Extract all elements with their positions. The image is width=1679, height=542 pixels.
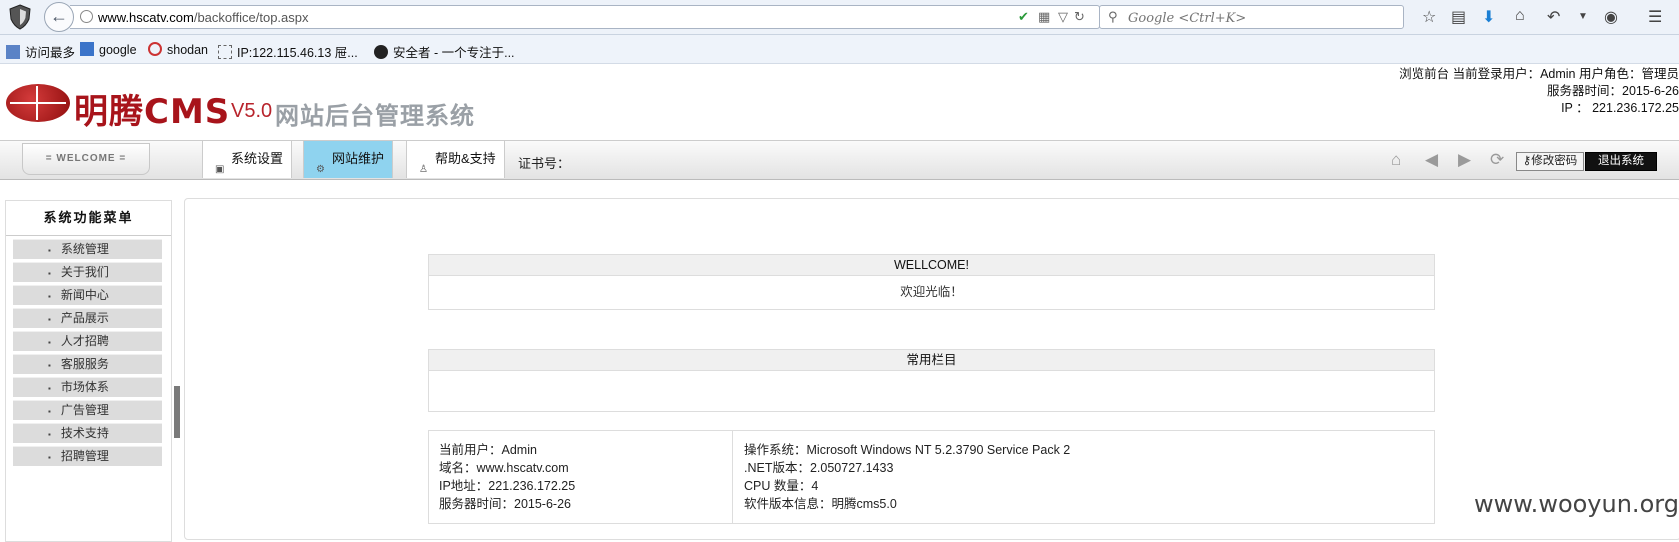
menu-icon[interactable]: ☰ (1648, 7, 1662, 27)
sidebar-item-ad-management[interactable]: 广告管理 (13, 400, 162, 420)
system-info-column: 操作系统：Microsoft Windows NT 5.2.3790 Servi… (734, 431, 1070, 513)
sidebar-item-products[interactable]: 产品展示 (13, 308, 162, 328)
operating-system: 操作系统：Microsoft Windows NT 5.2.3790 Servi… (744, 443, 1071, 457)
function-menu-sidebar: 系统功能菜单 系统管理 关于我们 新闻中心 产品展示 人才招聘 客服服务 市场体… (5, 200, 172, 542)
sidebar-item-system-management[interactable]: 系统管理 (13, 239, 162, 259)
globe-icon (80, 10, 93, 23)
sidebar-item-tech-support[interactable]: 技术支持 (13, 423, 162, 443)
browser-toolbar: www.hscatv.com/backoffice/top.aspx ✔ ▦ ▽… (0, 0, 1679, 35)
search-input[interactable] (1126, 8, 1400, 28)
system-info-table: 当前用户：Admin 域名：www.hscatv.com IP地址：221.23… (428, 430, 1435, 524)
gear-icon: ⚙ (316, 164, 325, 175)
brand-subtitle: 网站后台管理系统 (275, 103, 475, 130)
back-arrow-icon[interactable]: ◀ (1425, 150, 1438, 170)
current-user: 当前用户：Admin (439, 443, 537, 457)
sidebar-item-about-us[interactable]: 关于我们 (13, 262, 162, 282)
welcome-panel: WELLCOME! 欢迎光临！ (428, 254, 1435, 310)
download-icon[interactable]: ⬇ (1482, 7, 1495, 27)
bookmark-shodan[interactable]: shodan (148, 42, 208, 57)
logout-button[interactable]: 退出系统 (1585, 152, 1657, 171)
tab-site-maintenance[interactable]: ⚙ 网站维护 (303, 141, 394, 178)
brand-version: V5.0 (231, 100, 273, 122)
sidebar-item-recruitment[interactable]: 人才招聘 (13, 331, 162, 351)
software-version: 软件版本信息：明腾cms5.0 (744, 497, 897, 511)
reading-list-icon[interactable]: ▤ (1451, 7, 1466, 27)
login-user-line[interactable]: 浏览前台 当前登录用户：Admin 用户角色：管理员 (1399, 66, 1679, 83)
sidebar-item-news-center[interactable]: 新闻中心 (13, 285, 162, 305)
google-icon (80, 42, 94, 56)
tab-help-support[interactable]: ♙ 帮助&支持 (406, 141, 505, 178)
bookmarks-bar: 访问最多 google shodan IP:122.115.46.13 屉...… (0, 35, 1679, 64)
server-ip: IP ： 221.236.172.25 (1561, 101, 1679, 115)
search-box[interactable]: ⚲ (1099, 5, 1404, 29)
monitor-icon: ▣ (215, 164, 225, 175)
cert-number-label: 证书号： (518, 156, 571, 171)
home-icon[interactable]: ⌂ (1515, 7, 1525, 25)
welcome-panel-body: 欢迎光临！ (900, 285, 963, 299)
undo-icon[interactable]: ↶ (1547, 7, 1560, 27)
dotnet-version: .NET版本：2.050727.1433 (744, 461, 894, 475)
url-text[interactable]: www.hscatv.com/backoffice/top.aspx (98, 10, 309, 25)
sidebar-title: 系统功能菜单 (6, 201, 171, 236)
brand-name: 明腾CMS (74, 92, 231, 132)
home-icon[interactable]: ⌂ (1391, 150, 1401, 170)
page-icon (218, 45, 232, 59)
main-content: WELLCOME! 欢迎光临！ 常用栏目 当前用户：Admin 域名：www.h… (184, 198, 1679, 540)
shield-icon[interactable] (8, 4, 32, 30)
sidebar-splitter[interactable] (174, 386, 180, 438)
folder-icon (6, 45, 20, 59)
login-info: 浏览前台 当前登录用户：Admin 用户角色：管理员 服务器时间：2015-6-… (1399, 66, 1679, 117)
back-button[interactable]: ← (44, 2, 74, 32)
bookmark-google[interactable]: google (80, 42, 137, 57)
common-columns-panel: 常用栏目 (428, 349, 1435, 412)
logo-globe-icon (6, 84, 70, 122)
qr-code-icon[interactable]: ▦ (1038, 9, 1050, 25)
key-icon: ⚷ (1522, 155, 1532, 167)
welcome-panel-title: WELLCOME! (429, 255, 1434, 276)
cpu-count: CPU 数量：4 (744, 479, 819, 493)
change-password-button[interactable]: ⚷修改密码 (1516, 152, 1584, 171)
cms-menubar: = WELCOME = ▣ 系统设置 ⚙ 网站维护 ♙ 帮助&支持 证书号： ⌂ ◀ … (0, 140, 1679, 180)
chevron-down-icon[interactable]: ▼ (1578, 11, 1588, 22)
chat-icon[interactable]: ◉ (1604, 7, 1618, 27)
welcome-badge: = WELCOME = (22, 143, 150, 175)
cms-header: 明腾CMS V5.0 网站后台管理系统 浏览前台 当前登录用户：Admin 用户… (0, 64, 1679, 140)
sidebar-item-hiring-management[interactable]: 招聘管理 (13, 446, 162, 466)
search-icon: ⚲ (1108, 9, 1118, 24)
dropdown-arrow-icon[interactable]: ▽ (1058, 9, 1068, 25)
bookmark-security[interactable]: 安全者 - 一个专注于... (374, 42, 515, 61)
sidebar-item-customer-service[interactable]: 客服服务 (13, 354, 162, 374)
reload-icon[interactable]: ↻ (1074, 9, 1085, 25)
watermark: www.wooyun.org (1474, 490, 1679, 518)
address-bar[interactable]: www.hscatv.com/backoffice/top.aspx ✔ ▦ ▽… (70, 5, 1100, 29)
bookmark-ip[interactable]: IP:122.115.46.13 屉... (218, 42, 358, 61)
domain-name: 域名：www.hscatv.com (439, 461, 569, 475)
server-time: 服务器时间：2015-6-26 (1547, 84, 1679, 98)
ip-address: IP地址：221.236.172.25 (439, 479, 576, 493)
shodan-icon (148, 42, 162, 56)
tab-system-settings[interactable]: ▣ 系统设置 (202, 141, 293, 178)
bookmark-star-icon[interactable]: ☆ (1422, 7, 1436, 27)
shield-check-icon[interactable]: ✔ (1018, 9, 1029, 25)
user-info-column: 当前用户：Admin 域名：www.hscatv.com IP地址：221.23… (429, 431, 733, 523)
user-icon: ♙ (419, 164, 428, 175)
common-columns-title: 常用栏目 (429, 350, 1434, 371)
forward-arrow-icon[interactable]: ▶ (1458, 150, 1471, 170)
refresh-icon[interactable]: ⟳ (1490, 150, 1504, 170)
github-icon (374, 45, 388, 59)
bookmark-most-visited[interactable]: 访问最多 (6, 42, 75, 61)
server-time-info: 服务器时间：2015-6-26 (439, 497, 571, 511)
sidebar-item-market-system[interactable]: 市场体系 (13, 377, 162, 397)
